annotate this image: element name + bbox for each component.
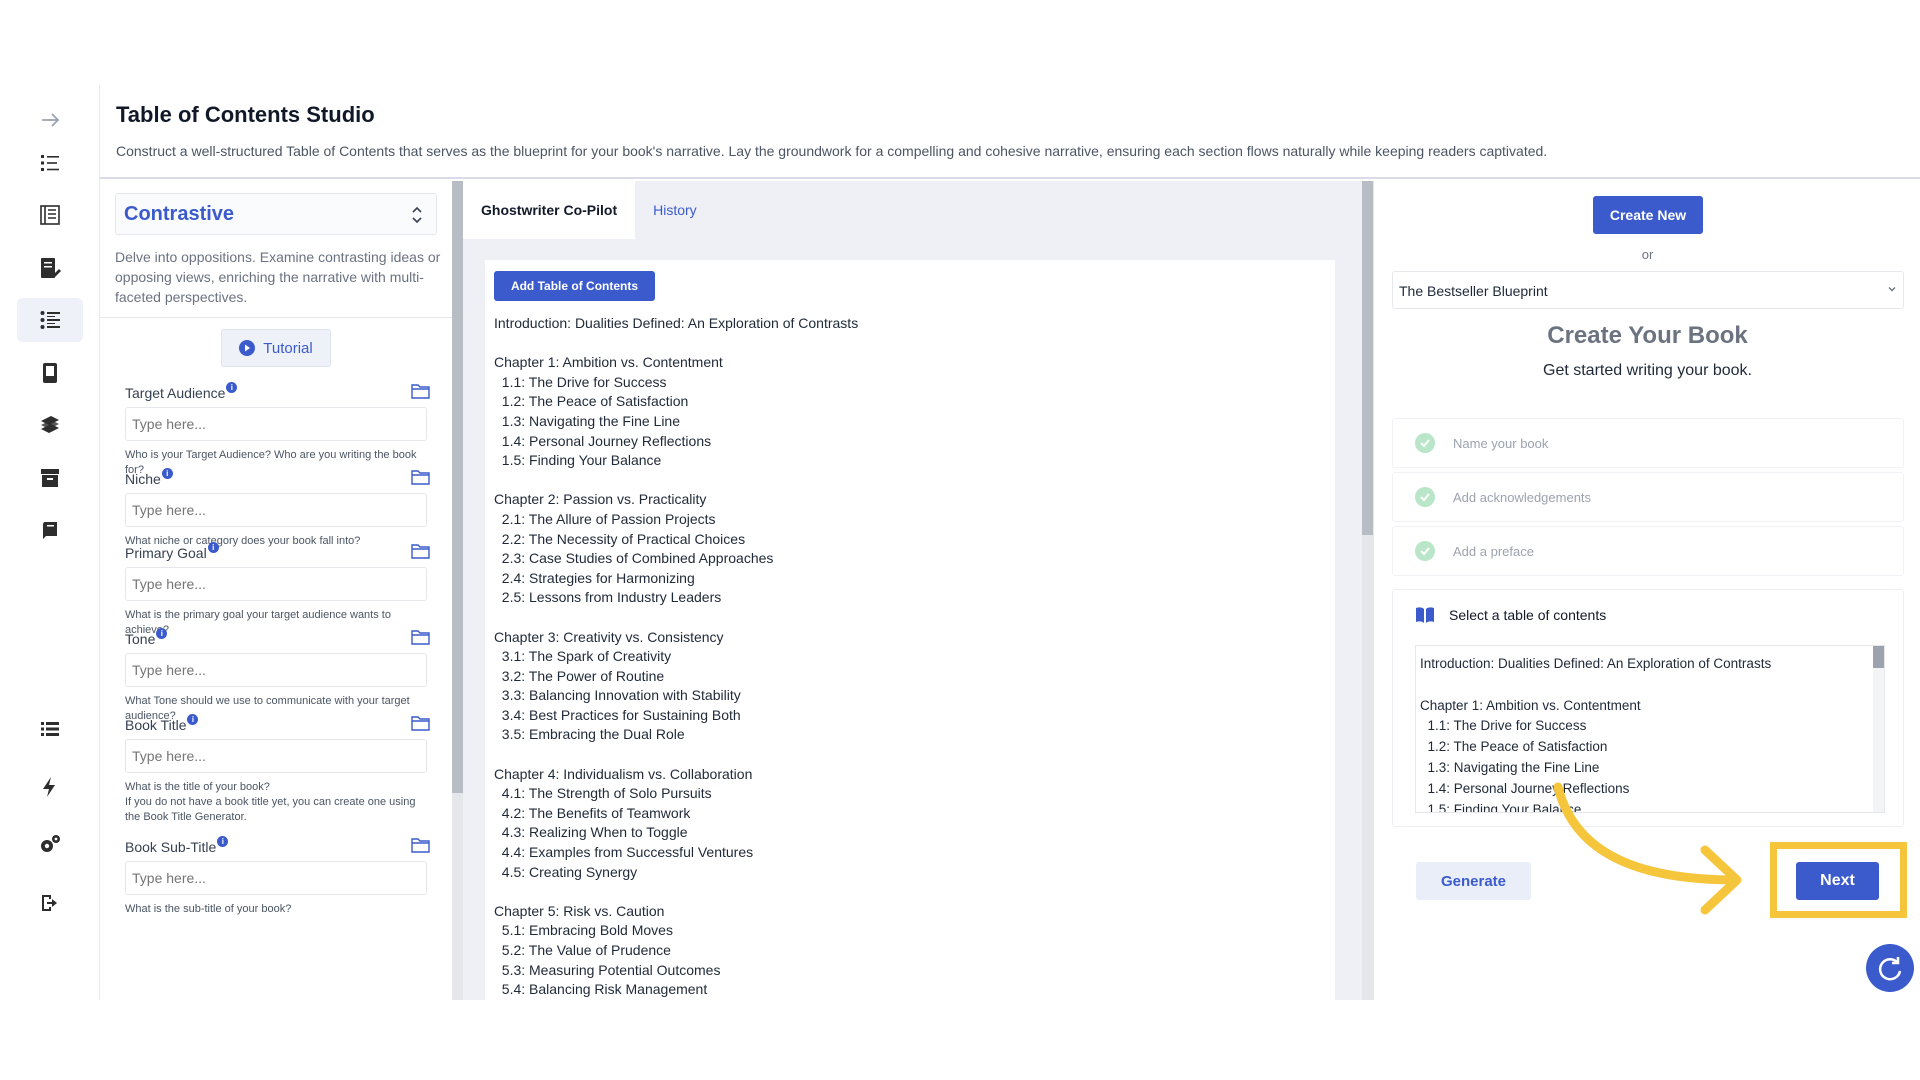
field-label: Target Audience — [125, 385, 226, 401]
target-audience-input[interactable] — [125, 407, 427, 441]
toc-card-title: Select a table of contents — [1449, 607, 1607, 623]
numbered-list-icon[interactable] — [17, 141, 83, 185]
settings-icon[interactable] — [17, 823, 83, 867]
tab-ghostwriter-copilot[interactable]: Ghostwriter Co-Pilot — [463, 181, 636, 239]
check-circle-icon — [1415, 541, 1435, 561]
info-icon[interactable]: i — [187, 714, 199, 725]
page-description: Construct a well-structured Table of Con… — [116, 143, 1548, 159]
expand-arrow-icon[interactable] — [17, 98, 83, 142]
primary-goal-field: Primary Goali What is the primary goal y… — [125, 542, 430, 638]
info-icon[interactable]: i — [161, 468, 173, 479]
check-circle-icon — [1415, 487, 1435, 507]
niche-input[interactable] — [125, 493, 427, 527]
add-table-of-contents-button[interactable]: Add Table of Contents — [494, 271, 655, 301]
next-button[interactable]: Next — [1796, 862, 1879, 900]
folder-icon[interactable] — [411, 837, 430, 853]
toc-style-description: Delve into oppositions. Examine contrast… — [115, 249, 441, 305]
help-chat-button[interactable] — [1866, 944, 1914, 992]
generate-button[interactable]: Generate — [1416, 862, 1531, 900]
menu-list-icon[interactable] — [17, 707, 83, 751]
template-select[interactable]: The Bestseller Blueprint — [1392, 271, 1904, 309]
step-acknowledgements[interactable]: Add acknowledgements — [1392, 472, 1904, 522]
field-hint: What is the sub-title of your book? — [125, 903, 292, 915]
copilot-panel: Ghostwriter Co-Pilot History Add Table o… — [463, 181, 1362, 1000]
divider — [100, 317, 452, 318]
create-book-subtitle: Get started writing your book. — [1543, 362, 1752, 379]
field-label: Niche — [125, 471, 161, 487]
notebook-icon[interactable] — [17, 508, 83, 552]
page-header: Table of Contents Studio Construct a wel… — [100, 85, 1920, 179]
field-label: Book Sub-Title — [125, 839, 217, 855]
field-label: Primary Goal — [125, 545, 207, 561]
check-circle-icon — [1415, 433, 1435, 453]
create-new-button[interactable]: Create New — [1593, 196, 1703, 234]
tutorial-arrow-icon — [1553, 782, 1742, 915]
books-stack-icon[interactable] — [17, 403, 83, 447]
field-hint: What is the title of your book? If you d… — [125, 781, 416, 823]
template-select-value: The Bestseller Blueprint — [1399, 283, 1548, 299]
folder-icon[interactable] — [411, 383, 430, 399]
icon-rail — [0, 85, 100, 1000]
folder-icon[interactable] — [411, 543, 430, 559]
folder-icon[interactable] — [411, 715, 430, 731]
step-label: Add a preface — [1453, 543, 1534, 559]
primary-goal-input[interactable] — [125, 567, 427, 601]
info-icon[interactable]: i — [207, 542, 219, 553]
create-book-title: Create Your Book — [1547, 322, 1748, 349]
book-subtitle-field: Book Sub-Titlei What is the sub-title of… — [125, 836, 430, 917]
step-preface[interactable]: Add a preface — [1392, 526, 1904, 576]
field-label: Tone — [125, 631, 156, 647]
step-label: Name your book — [1453, 435, 1549, 451]
copilot-scrollbar[interactable] — [1362, 181, 1373, 1000]
copilot-tabs: Ghostwriter Co-Pilot History — [463, 181, 715, 239]
scrollbar-thumb[interactable] — [452, 181, 463, 793]
book-list-icon[interactable] — [17, 193, 83, 237]
toc-content[interactable]: Introduction: Dualities Defined: An Expl… — [494, 314, 858, 1000]
chevron-up-down-icon — [412, 206, 422, 224]
book-title-input[interactable] — [125, 739, 427, 773]
folder-icon[interactable] — [411, 469, 430, 485]
document-edit-icon[interactable] — [17, 246, 83, 290]
form-scrollbar[interactable] — [452, 181, 463, 1000]
tutorial-label: Tutorial — [263, 339, 313, 357]
scrollbar-thumb[interactable] — [1362, 181, 1373, 535]
page-title: Table of Contents Studio — [116, 102, 375, 127]
info-icon[interactable]: i — [226, 382, 238, 393]
or-separator: or — [1641, 247, 1654, 262]
tone-input[interactable] — [125, 653, 427, 687]
toc-preview-scrollbar[interactable] — [1873, 646, 1884, 812]
lightning-icon[interactable] — [17, 765, 83, 809]
logout-icon[interactable] — [17, 881, 83, 925]
tutorial-button[interactable]: Tutorial — [221, 329, 331, 367]
step-name-book[interactable]: Name your book — [1392, 418, 1904, 468]
open-book-icon — [1416, 607, 1434, 623]
folder-icon[interactable] — [411, 629, 430, 645]
chevron-down-icon — [1888, 287, 1896, 292]
play-icon — [239, 340, 256, 356]
tab-history[interactable]: History — [635, 181, 715, 239]
book-subtitle-input[interactable] — [125, 861, 427, 895]
toc-editor[interactable]: Add Table of Contents Introduction: Dual… — [485, 260, 1335, 1000]
info-icon[interactable]: i — [156, 628, 168, 639]
toc-settings-panel: Contrastive Delve into oppositions. Exam… — [100, 181, 452, 1000]
toc-list-icon[interactable] — [17, 298, 83, 342]
field-label: Book Title — [125, 717, 187, 733]
book-icon[interactable] — [17, 351, 83, 395]
toc-style-select[interactable]: Contrastive — [115, 193, 437, 235]
tone-field: Tonei What Tone should we use to communi… — [125, 628, 430, 724]
target-audience-field: Target Audiencei Who is your Target Audi… — [125, 382, 430, 478]
toc-card-header: Select a table of contents — [1415, 606, 1606, 624]
book-title-field: Book Titlei What is the title of your bo… — [125, 714, 430, 825]
niche-field: Nichei What niche or category does your … — [125, 468, 430, 549]
scrollbar-thumb[interactable] — [1873, 646, 1884, 668]
refresh-icon — [1878, 957, 1902, 981]
step-label: Add acknowledgements — [1453, 489, 1592, 505]
info-icon[interactable]: i — [217, 836, 229, 847]
toc-style-value: Contrastive — [124, 203, 235, 225]
archive-icon[interactable] — [17, 456, 83, 500]
